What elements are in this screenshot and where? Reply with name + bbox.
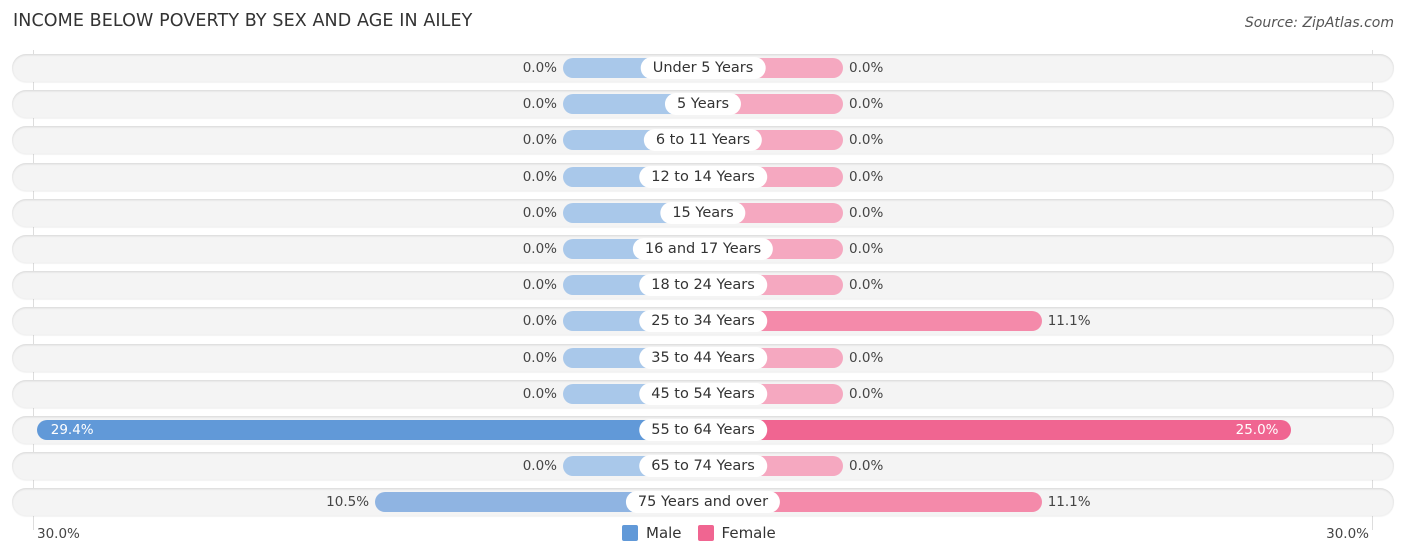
value-label-female: 0.0% [849,241,884,257]
legend-swatch-female [697,525,714,541]
category-label: 18 to 24 Years [639,274,767,297]
category-label: 35 to 44 Years [639,346,767,369]
value-label-male: 0.0% [522,313,557,330]
value-label-male: 10.5% [326,494,370,511]
category-label: 25 to 34 Years [639,310,767,333]
value-label-female: 25.0% [1235,422,1279,438]
legend-item-male[interactable]: Male [622,524,682,542]
value-label-male: 0.0% [522,458,557,475]
legend-label-male: Male [646,524,682,542]
value-label-female: 0.0% [849,458,884,475]
axis-tick-left: 30.0% [37,526,80,542]
chart-title: INCOME BELOW POVERTY BY SEX AND AGE IN A… [13,11,473,31]
value-label-male: 0.0% [522,96,557,113]
value-label-male: 0.0% [522,204,557,221]
category-label: 55 to 64 Years [639,419,767,441]
value-label-female: 0.0% [849,168,884,185]
category-label: 75 Years and over [625,491,781,514]
source-label: Source: ZipAtlas.com [1244,15,1394,31]
value-label-male: 0.0% [522,349,557,366]
value-label-male: 0.0% [522,241,557,257]
bar-female[interactable] [703,420,1291,440]
category-label: 5 Years [664,93,742,116]
category-label: Under 5 Years [640,57,766,79]
value-label-female: 0.0% [849,277,884,294]
value-label-female: 0.0% [849,60,884,76]
value-label-male: 29.4% [50,422,94,438]
value-label-female: 0.0% [849,96,884,113]
value-label-female: 0.0% [849,132,884,149]
category-label: 16 and 17 Years [632,238,774,260]
legend: Male Female [622,524,792,542]
value-label-male: 0.0% [522,168,557,185]
axis-tick-right: 30.0% [1326,526,1369,542]
legend-label-female: Female [721,524,776,542]
value-label-female: 0.0% [849,349,884,366]
legend-swatch-male [622,525,638,541]
value-label-female: 0.0% [849,385,884,402]
category-label: 12 to 14 Years [639,165,767,188]
value-label-female: 11.1% [1047,494,1091,511]
value-label-male: 0.0% [522,385,557,402]
value-label-male: 0.0% [522,132,557,149]
value-label-male: 0.0% [522,60,557,76]
bar-male[interactable] [36,420,703,440]
category-label: 65 to 74 Years [639,455,767,478]
value-label-female: 11.1% [1047,313,1091,330]
category-label: 6 to 11 Years [643,129,763,152]
value-label-male: 0.0% [522,277,557,294]
category-label: 45 to 54 Years [639,382,767,405]
value-label-female: 0.0% [849,204,884,221]
category-label: 15 Years [660,201,746,224]
legend-item-female[interactable]: Female [697,524,776,542]
